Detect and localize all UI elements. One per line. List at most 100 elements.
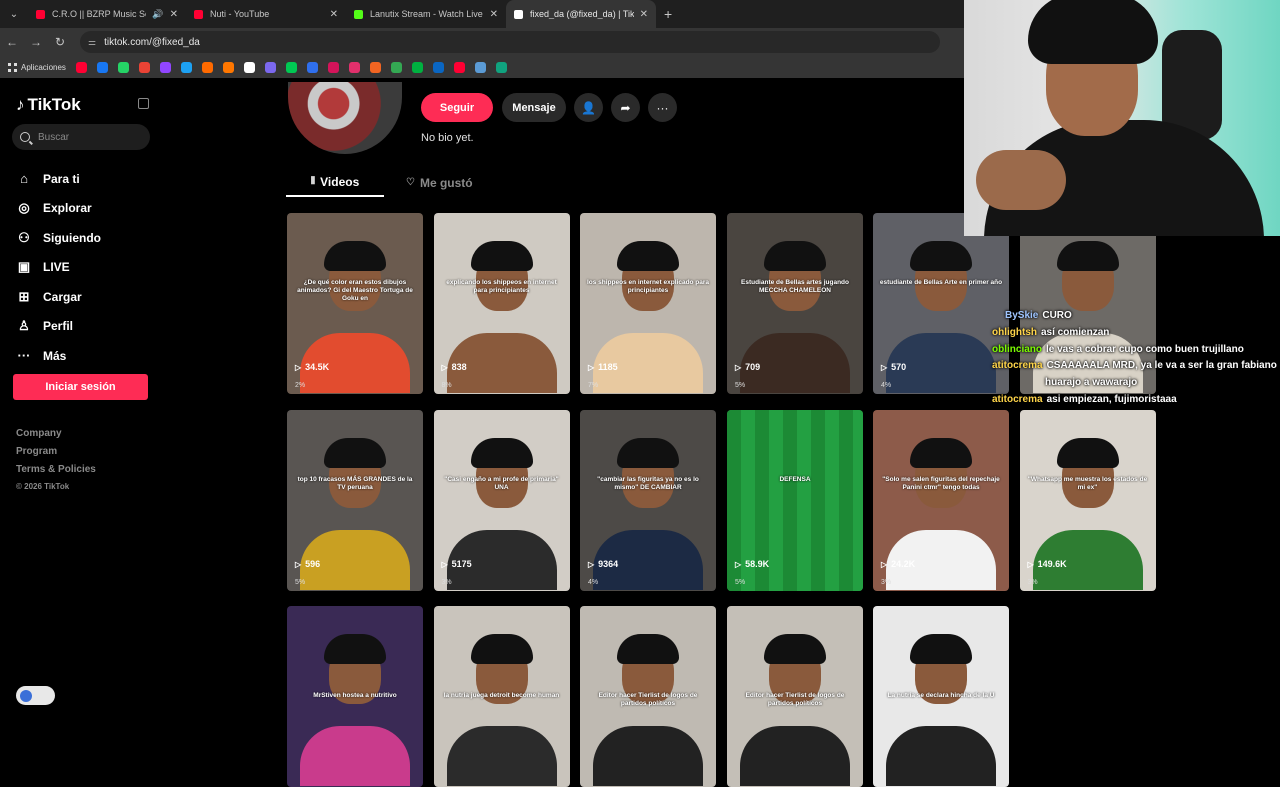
video-card[interactable]: MrStiven hostea a nutritivo (287, 606, 423, 787)
search-input[interactable]: Buscar (12, 124, 150, 150)
video-caption: Editor hacer Tierlist de logos de partid… (598, 692, 698, 707)
chat-text: CSAAAAALA MRD, ya le va a ser la gran fa… (1046, 360, 1277, 372)
video-card[interactable]: los shippeos en internet explicado para … (580, 213, 716, 394)
chat-text: asi empiezan, fujimoristaaa (1046, 393, 1177, 405)
view-count: 838 (442, 362, 467, 372)
view-count: 24.2K (881, 559, 915, 569)
video-card[interactable]: "cambiar las figuritas ya no es lo mismo… (580, 410, 716, 591)
chat-message: BySkie CURO (1005, 308, 1277, 325)
video-card[interactable]: la nutria juega detroit become human (433, 606, 570, 787)
tab-liked[interactable]: ♡ Me gustó (406, 168, 473, 197)
apps-bookmark[interactable]: Aplicaciones (8, 62, 66, 72)
video-card[interactable]: DEFENSA 58.9K 5% (727, 410, 863, 591)
thumbnail-hair (764, 241, 826, 271)
bookmark-icon[interactable] (411, 61, 423, 73)
home-icon: ⌂ (20, 171, 28, 187)
video-card[interactable]: Editor hacer Tierlist de logos de partid… (580, 606, 716, 787)
share-button[interactable]: ➦ (611, 93, 640, 122)
more-options-button[interactable]: ··· (648, 93, 677, 122)
thumbnail-figure-body (446, 726, 557, 786)
login-button[interactable]: Iniciar sesión (13, 374, 148, 400)
floating-extension-badge[interactable] (16, 686, 55, 705)
thumbnail-hair (470, 438, 533, 468)
bookmark-icon[interactable] (243, 61, 255, 73)
bookmark-icon[interactable] (201, 61, 213, 73)
footer-company-link[interactable]: Company (16, 428, 96, 446)
sidebar-item-explorar[interactable]: ◎ Explorar (16, 194, 101, 224)
bookmark-icon[interactable] (453, 61, 465, 73)
tiktok-logo[interactable]: ♪ TikTok (16, 95, 81, 115)
tiktok-sidebar: ♪ TikTok Buscar ⌂ Para ti ◎ Explorar ⚇ Siguie… (0, 82, 280, 720)
close-tab-icon[interactable]: ✕ (490, 9, 498, 20)
add-user-icon: 👤 (581, 100, 596, 115)
add-friend-button[interactable]: 👤 (574, 93, 603, 122)
video-card[interactable]: explicando los shippeos en internet para… (433, 213, 570, 394)
footer-terms-link[interactable]: Terms & Policies (16, 464, 96, 482)
video-card[interactable]: La nutria se declara hincha de la U (873, 606, 1009, 787)
tab-videos[interactable]: ⦀ Videos (286, 168, 384, 197)
tab-favicon-icon (194, 9, 203, 19)
site-info-icon[interactable]: ⚌ (88, 37, 96, 48)
sidebar-item-perfil[interactable]: ♙ Perfil (16, 312, 101, 342)
new-tab-button[interactable]: + (664, 6, 672, 22)
browser-tab[interactable]: Nuti - YouTube ✕ (186, 0, 346, 28)
sidebar-item-para-ti[interactable]: ⌂ Para ti (16, 164, 101, 194)
engagement-percent: 8% (441, 382, 452, 389)
thumbnail-figure-body (593, 726, 703, 786)
video-caption: Editor hacer Tierlist de logos de partid… (745, 692, 845, 707)
stream-chat-overlay: BySkie CURO ohlightsh así comienzan oblincia… (992, 308, 1277, 409)
message-button[interactable]: Mensaje (502, 93, 566, 122)
follow-button[interactable]: Seguir (421, 93, 493, 122)
video-card[interactable]: Editor hacer Tierlist de logos de partid… (727, 606, 863, 787)
video-card[interactable]: ¿De qué color eran estos dibujos animado… (287, 213, 423, 394)
footer-program-link[interactable]: Program (16, 446, 96, 464)
bookmark-icon[interactable] (327, 61, 339, 73)
bookmark-icon[interactable] (222, 61, 234, 73)
close-tab-icon[interactable]: ✕ (640, 9, 648, 20)
collapse-sidebar-icon[interactable] (138, 98, 149, 109)
sidebar-item-live[interactable]: ▣ LIVE (16, 253, 101, 283)
bookmark-icon[interactable] (432, 61, 444, 73)
bookmark-icon[interactable] (285, 61, 297, 73)
sidebar-item-siguiendo[interactable]: ⚇ Siguiendo (16, 223, 101, 253)
bookmark-icon[interactable] (306, 61, 318, 73)
url-input[interactable]: ⚌ tiktok.com/@fixed_da (80, 31, 940, 53)
bookmark-icon[interactable] (369, 61, 381, 73)
grid-icon: ⦀ (310, 176, 316, 187)
browser-tab[interactable]: fixed_da (@fixed_da) | TikTok ✕ (506, 0, 656, 28)
extension-icon (20, 689, 32, 702)
video-card[interactable]: "Whatsapp me muestra los estados de mi e… (1019, 410, 1156, 591)
engagement-percent: 4% (588, 579, 599, 586)
browser-tab[interactable]: C.R.O || BZRP Music Sessions 🔊 ✕ (28, 0, 186, 28)
close-tab-icon[interactable]: ✕ (170, 9, 178, 20)
sidebar-item-más[interactable]: ··· Más (16, 341, 101, 371)
thumbnail-figure-body (886, 726, 996, 786)
video-card[interactable]: "Solo me salen figuritas del repechaje P… (873, 410, 1009, 591)
bookmark-icon[interactable] (96, 61, 108, 73)
bookmark-icon[interactable] (264, 61, 276, 73)
bookmark-icon[interactable] (390, 61, 402, 73)
bookmark-icon[interactable] (138, 61, 150, 73)
video-card[interactable]: "Casi engaño a mi profe de primaria" UNA… (433, 410, 570, 591)
bookmark-icon[interactable] (117, 61, 129, 73)
close-tab-icon[interactable]: ✕ (330, 9, 338, 20)
browser-tab[interactable]: Lanutix Stream - Watch Live on Kick ✕ (346, 0, 506, 28)
sidebar-item-cargar[interactable]: ⊞ Cargar (16, 282, 101, 312)
video-card[interactable]: estudiante de Bellas Arte en primer año 5… (873, 213, 1009, 394)
engagement-percent: 7% (588, 382, 599, 389)
sidebar-item-label: Más (43, 348, 67, 363)
bookmark-icon[interactable] (159, 61, 171, 73)
bookmark-icon[interactable] (180, 61, 192, 73)
forward-icon[interactable]: → (24, 35, 48, 49)
video-card[interactable]: top 10 fracasos MÁS GRANDES de la TV per… (287, 410, 423, 591)
back-icon[interactable]: ← (0, 35, 24, 49)
bookmark-icon[interactable] (348, 61, 360, 73)
video-card[interactable]: Estudiante de Bellas artes jugando MECCH… (727, 213, 863, 394)
bookmark-icon[interactable] (474, 61, 486, 73)
bookmark-icon[interactable] (75, 61, 87, 73)
view-count: 1185 (588, 362, 618, 372)
bookmark-icon[interactable] (495, 61, 507, 73)
reload-icon[interactable]: ↻ (48, 35, 72, 49)
tab-audio-icon[interactable]: 🔊 (152, 9, 163, 20)
tab-search-chevron-icon[interactable]: ⌄ (0, 0, 28, 28)
